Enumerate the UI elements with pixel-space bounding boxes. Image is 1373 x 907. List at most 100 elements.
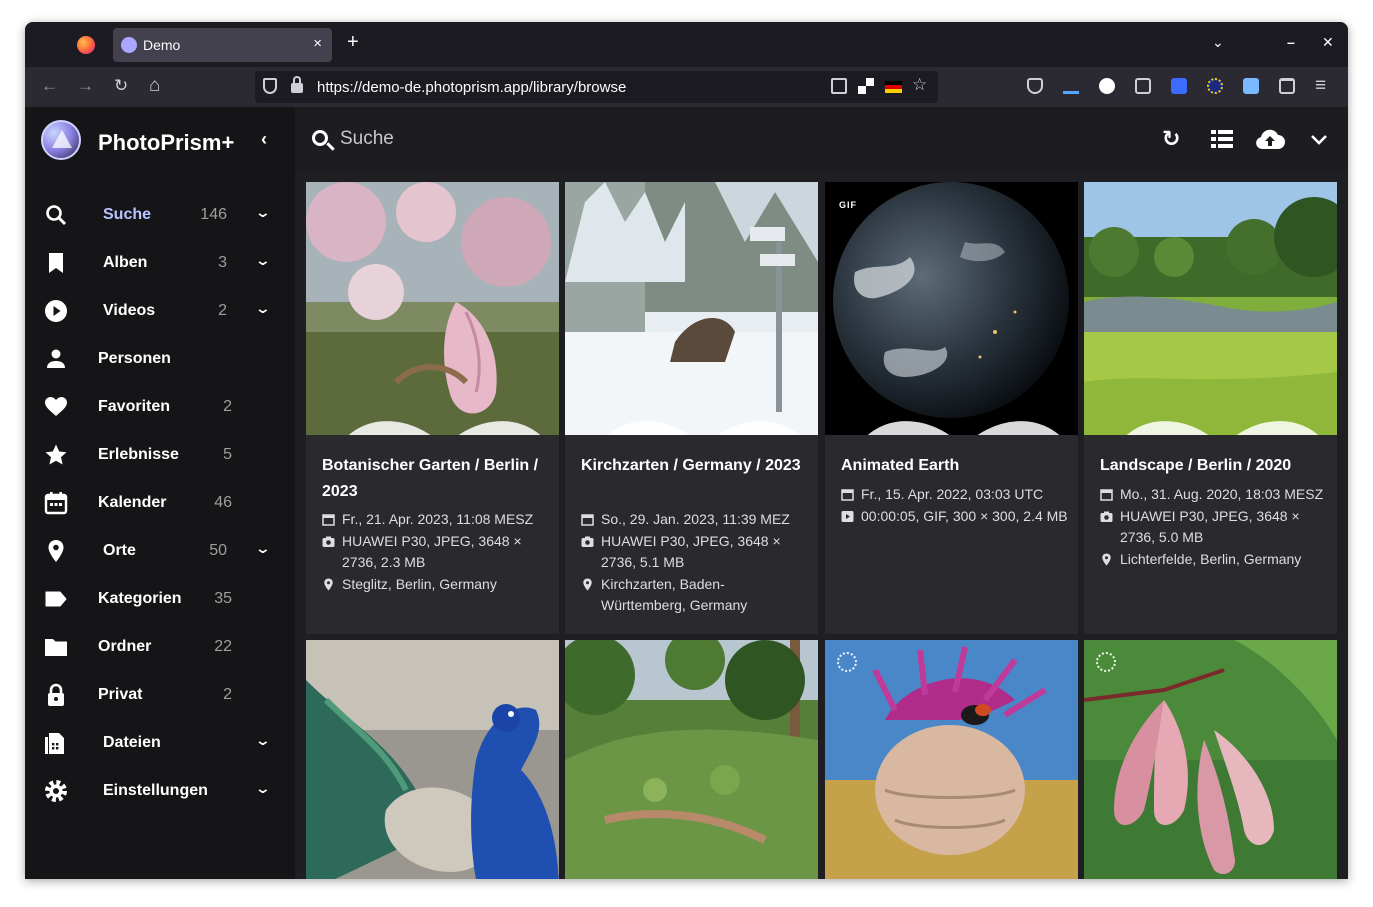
chevron-down-icon[interactable] (1311, 135, 1327, 145)
sidebar-item-orte[interactable]: Orte 50 ⌄ (25, 526, 295, 574)
photo-thumbnail[interactable] (565, 182, 818, 435)
location-icon (583, 578, 592, 590)
sidebar-item-videos[interactable]: Videos 2 ⌄ (25, 286, 295, 334)
bookmark-icon (49, 253, 63, 273)
photo-meta: Mo., 31. Aug. 2020, 18:03 MESZ HUAWEI P3… (1100, 484, 1328, 570)
favorite-heart-icon[interactable] (577, 400, 818, 435)
photo-title[interactable]: Kirchzarten / Germany / 2023 (581, 453, 806, 479)
photo-title[interactable]: Landscape / Berlin / 2020 (1100, 453, 1325, 479)
new-tab-button[interactable]: + (347, 32, 359, 52)
reader-view-icon[interactable] (831, 78, 847, 94)
sidebar-item-kalender[interactable]: Kalender 46 (25, 478, 295, 526)
sidebar-item-favoriten[interactable]: Favoriten 2 (25, 382, 295, 430)
trash-extension-icon[interactable] (1279, 78, 1295, 94)
photo-date: Fr., 15. Apr. 2022, 03:03 UTC (861, 486, 1044, 502)
reload-button[interactable]: ↻ (1162, 127, 1180, 151)
sidebar-item-label: Favoriten (98, 398, 171, 415)
tab-demo[interactable]: Demo × (113, 28, 332, 62)
sidebar-item-dateien[interactable]: Dateien ⌄ (25, 718, 295, 766)
photo-card[interactable] (1084, 640, 1337, 879)
sidebar-item-personen[interactable]: Personen (25, 334, 295, 382)
url-text[interactable]: https://demo-de.photoprism.app/library/b… (317, 79, 626, 96)
search-icon[interactable] (312, 130, 328, 146)
tracking-shield-icon[interactable] (263, 78, 277, 94)
downloads-icon[interactable] (1063, 78, 1079, 94)
photo-card[interactable] (825, 640, 1078, 879)
bookmark-star-icon[interactable]: ☆ (912, 75, 927, 95)
sidebar-item-label: Orte (103, 542, 136, 559)
photo-location[interactable]: Kirchzarten, Baden-Württemberg, Germany (601, 576, 747, 614)
firefox-icon[interactable] (77, 36, 95, 54)
photo-card[interactable]: Kirchzarten / Germany / 2023 So., 29. Ja… (565, 182, 818, 634)
vivaldi-extension-icon[interactable] (1099, 78, 1115, 94)
sidebar-item-einstellungen[interactable]: Einstellungen ⌄ (25, 766, 295, 814)
chevron-down-icon[interactable]: ⌄ (255, 252, 271, 269)
search-input[interactable] (340, 128, 940, 150)
sidebar-item-suche[interactable]: Suche 146 ⌄ (25, 190, 295, 238)
sidebar-item-label: Einstellungen (103, 782, 208, 799)
eu-extension-icon[interactable] (1207, 78, 1223, 94)
lock-icon[interactable] (291, 76, 303, 93)
photo-card[interactable] (306, 640, 559, 879)
photo-title[interactable]: Animated Earth (841, 453, 1066, 479)
photo-thumbnail[interactable] (825, 640, 1078, 879)
sidebar-item-alben[interactable]: Alben 3 ⌄ (25, 238, 295, 286)
list-view-icon[interactable] (1211, 130, 1233, 148)
photo-thumbnail[interactable] (1084, 640, 1337, 879)
photo-card[interactable]: Landscape / Berlin / 2020 Mo., 31. Aug. … (1084, 182, 1337, 634)
chevron-down-icon[interactable]: ⌄ (255, 540, 271, 557)
chevron-down-icon[interactable]: ⌄ (255, 780, 271, 797)
photo-card[interactable]: GIF Animated Earth Fr., 15. Apr. 2022, 0… (825, 182, 1078, 634)
sidebar-item-erlebnisse[interactable]: Erlebnisse 5 (25, 430, 295, 478)
calendar-icon (1100, 489, 1113, 501)
collapse-sidebar-chevron-icon[interactable]: ‹ (261, 129, 267, 150)
photo-thumbnail[interactable] (306, 640, 559, 879)
photo-thumbnail[interactable] (1084, 182, 1337, 435)
window-minimize-button[interactable]: – (1287, 34, 1295, 50)
photoprism-logo-icon[interactable] (41, 120, 81, 160)
photo-card[interactable] (565, 640, 818, 879)
photo-camera-info: 00:00:05, GIF, 300 × 300, 2.4 MB (861, 507, 1068, 524)
location-icon (1102, 553, 1111, 565)
browser-window: Demo × + ⌄ – ✕ ← → ↻ ⌂ https://demo-de.p… (25, 22, 1348, 879)
photo-location[interactable]: Steglitz, Berlin, Germany (342, 576, 497, 592)
photo-thumbnail[interactable]: GIF (825, 182, 1078, 435)
extensions-puzzle-icon[interactable] (1135, 78, 1151, 94)
chevron-down-icon[interactable]: ⌄ (255, 300, 271, 317)
photo-date: So., 29. Jan. 2023, 11:39 MEZ (601, 511, 790, 527)
sidebar-item-label: Privat (98, 686, 143, 703)
favorite-heart-icon[interactable] (1096, 400, 1337, 435)
shield-extension-icon[interactable] (1171, 78, 1187, 94)
forward-button[interactable]: → (77, 76, 94, 96)
photo-card[interactable]: Botanischer Garten / Berlin / 2023 Fr., … (306, 182, 559, 634)
tab-close-icon[interactable]: × (313, 35, 322, 52)
favorite-heart-icon[interactable] (318, 400, 559, 435)
back-button[interactable]: ← (41, 76, 58, 96)
document-extension-icon[interactable] (1243, 78, 1259, 94)
favorite-heart-icon[interactable] (837, 400, 1078, 435)
chevron-down-icon[interactable]: ⌄ (255, 204, 271, 221)
tab-list-chevron-icon[interactable]: ⌄ (1212, 34, 1224, 51)
home-button[interactable]: ⌂ (149, 76, 160, 96)
pocket-icon[interactable] (1027, 78, 1043, 94)
sidebar-item-count: 46 (214, 494, 232, 511)
window-close-button[interactable]: ✕ (1322, 34, 1334, 51)
menu-hamburger-icon[interactable]: ≡ (1315, 76, 1326, 96)
calendar-icon (44, 492, 68, 515)
photo-title[interactable]: Botanischer Garten / Berlin / 2023 (322, 453, 547, 505)
sidebar: PhotoPrism+ ‹ Suche 146 ⌄ Alben 3 ⌄ Vide… (25, 107, 295, 879)
reload-button[interactable]: ↻ (114, 76, 128, 96)
sidebar-item-privat[interactable]: Privat 2 (25, 670, 295, 718)
play-icon (45, 300, 67, 322)
photo-thumbnail[interactable] (306, 182, 559, 435)
upload-cloud-icon[interactable] (1255, 128, 1285, 150)
sidebar-item-ordner[interactable]: Ordner 22 (25, 622, 295, 670)
chevron-down-icon[interactable]: ⌄ (255, 732, 271, 749)
url-bar[interactable]: https://demo-de.photoprism.app/library/b… (255, 71, 938, 103)
photoprism-favicon-icon (121, 37, 137, 53)
sidebar-item-kategorien[interactable]: Kategorien 35 (25, 574, 295, 622)
photo-location[interactable]: Lichterfelde, Berlin, Germany (1120, 551, 1301, 567)
german-flag-icon[interactable] (885, 81, 902, 93)
qr-code-icon[interactable] (858, 78, 874, 94)
photo-thumbnail[interactable] (565, 640, 818, 879)
